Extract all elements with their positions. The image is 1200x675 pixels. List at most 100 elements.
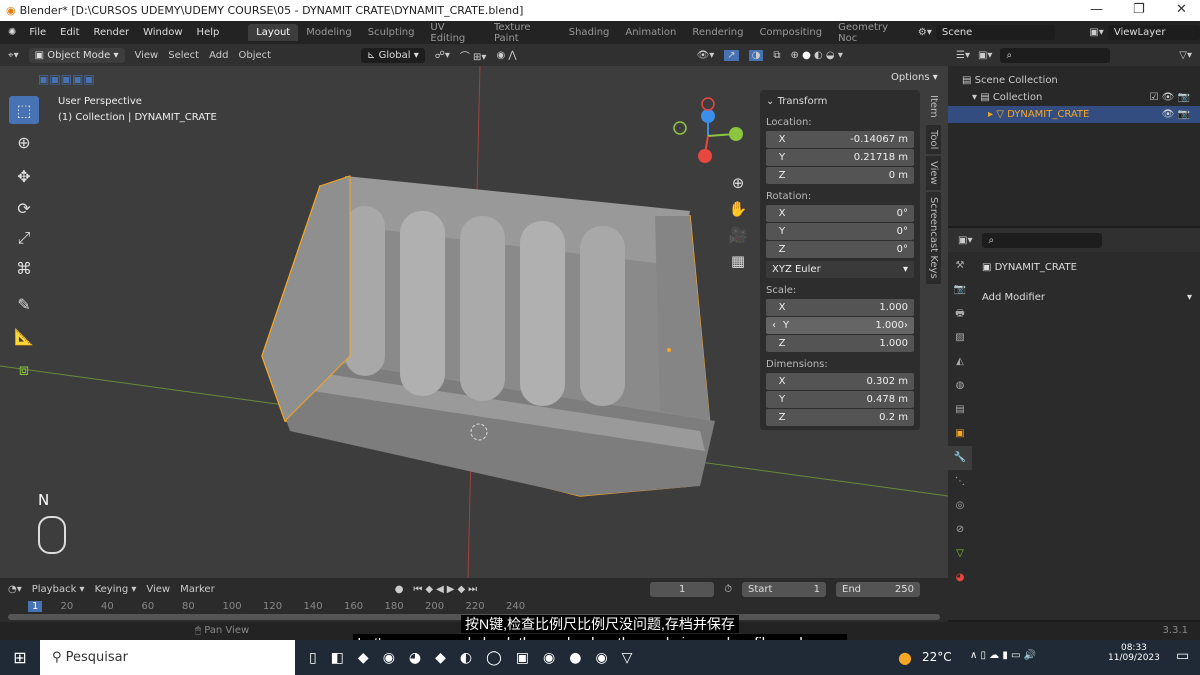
start-frame-field[interactable]: Start 1 (742, 581, 826, 597)
object-tab-icon[interactable]: ▣ (948, 422, 972, 446)
menu-timeline-view[interactable]: View (146, 584, 170, 595)
filter-icon[interactable]: ▽▾ (1179, 50, 1192, 61)
outliner-item-dynamit-crate[interactable]: ▸ ▽ DYNAMIT_CRATE 👁 📷 (948, 106, 1200, 123)
cursor-tool-icon[interactable]: ⊕ (9, 128, 39, 156)
collection-tab-icon[interactable]: ▤ (948, 398, 972, 422)
xray-icon[interactable]: ⧉ (773, 50, 780, 61)
menu-add[interactable]: Add (209, 50, 228, 61)
modifier-tab-icon[interactable]: 🔧 (948, 446, 972, 470)
dimension-x[interactable]: X 0.302 m (766, 373, 914, 390)
close-button[interactable]: ✕ (1176, 2, 1187, 17)
notification-icon[interactable]: ▭ (1176, 648, 1189, 664)
options-button[interactable]: Options ▾ (885, 70, 944, 85)
visibility-icon[interactable]: 👁▾ (697, 50, 715, 61)
measure-tool-icon[interactable]: 📐 (9, 322, 39, 350)
location-z[interactable]: Z0 m (766, 167, 914, 184)
outliner-item-collection[interactable]: ▾ ▤ Collection ☑ 👁 📷 (962, 89, 1200, 106)
select-mode-icons[interactable]: ▣▣▣▣▣ (38, 72, 95, 86)
tab-item[interactable]: Item (926, 90, 941, 123)
transform-header[interactable]: ⌄ Transform (766, 96, 914, 107)
timeline-editor-icon[interactable]: ◔▾ (8, 584, 22, 595)
menu-render[interactable]: Render (87, 27, 137, 38)
camera-icon[interactable]: 🎥 (728, 222, 748, 248)
select-box-tool-icon[interactable]: ⬚ (9, 96, 39, 124)
material-tab-icon[interactable]: ◕ (948, 566, 972, 590)
orientation-selector[interactable]: ⊾ Global ▾ (361, 47, 425, 63)
display-mode-icon[interactable]: ☰▾ (956, 50, 970, 61)
zoom-icon[interactable]: ⊕ (728, 170, 748, 196)
tab-rendering[interactable]: Rendering (684, 24, 751, 41)
blender-menu-icon[interactable]: ✺ (8, 27, 16, 38)
location-x[interactable]: X -0.14067 m (766, 131, 914, 148)
rotate-tool-icon[interactable]: ⟳ (9, 194, 39, 222)
transform-tool-icon[interactable]: ⌘ (9, 254, 39, 282)
outliner-search[interactable]: ⌕ (1000, 47, 1111, 63)
grid-icon[interactable]: ▦ (728, 248, 748, 274)
tab-screencast-keys[interactable]: Screencast Keys (926, 191, 941, 284)
scale-tool-icon[interactable]: ⤢ (9, 224, 39, 252)
scene-icon[interactable]: ⚙▾ (918, 27, 932, 38)
dimension-z[interactable]: Z 0.2 m (766, 409, 914, 426)
frame-ruler[interactable]: 1 20 40 60 80 100 120 140 160 180 200 220 240 (0, 600, 948, 614)
data-tab-icon[interactable]: ▽ (948, 542, 972, 566)
move-tool-icon[interactable]: ✥ (9, 162, 39, 190)
rotation-y[interactable]: Y 0° (766, 223, 914, 240)
outliner-item-scene-collection[interactable]: ▤ Scene Collection (962, 72, 1200, 89)
tab-geometry-nodes[interactable]: Geometry Noc (830, 19, 912, 47)
scene-selector[interactable]: Scene (935, 25, 1056, 40)
taskbar-app-icons[interactable]: ▯◧◆◉◕◆◐◯▣◉●◉▽ (309, 650, 646, 666)
menu-help[interactable]: Help (190, 27, 227, 38)
properties-type-icon[interactable]: ▣▾ (958, 235, 972, 246)
windows-start-icon[interactable]: ⊞ (0, 648, 40, 667)
rotation-mode-select[interactable]: XYZ Euler ▾ (766, 261, 914, 278)
scale-x[interactable]: X 1.000 (766, 299, 914, 316)
render-tab-icon[interactable]: 📷 (948, 278, 972, 302)
tab-uv-editing[interactable]: UV Editing (422, 19, 486, 47)
constraints-tab-icon[interactable]: ⊘ (948, 518, 972, 542)
playback-controls[interactable]: ⏮◆◀▶◆⏭ (413, 584, 480, 595)
shading-modes[interactable]: ⊕ ● ◐ ◒ ▾ (791, 50, 843, 61)
minimize-button[interactable]: — (1090, 2, 1103, 17)
menu-object[interactable]: Object (238, 50, 271, 61)
scale-z[interactable]: Z 1.000 (766, 335, 914, 352)
end-frame-field[interactable]: End 250 (836, 581, 920, 597)
properties-search[interactable]: ⌕ (982, 232, 1103, 248)
view-layer-icon[interactable]: ▣▾ (1089, 27, 1103, 38)
tab-shading[interactable]: Shading (561, 24, 618, 41)
current-frame-field[interactable]: 1 (650, 581, 715, 597)
menu-keying[interactable]: Keying ▾ (95, 584, 137, 595)
menu-marker[interactable]: Marker (180, 584, 215, 595)
menu-view[interactable]: View (135, 50, 159, 61)
world-tab-icon[interactable]: ◍ (948, 374, 972, 398)
snap-icon[interactable]: ⌒ ⊞▾ (460, 48, 487, 63)
tab-view[interactable]: View (926, 156, 941, 190)
menu-file[interactable]: File (22, 27, 53, 38)
rotation-x[interactable]: X 0° (766, 205, 914, 222)
physics-tab-icon[interactable]: ◎ (948, 494, 972, 518)
add-cube-tool-icon[interactable]: ⧈ (9, 356, 39, 384)
view-layer-tab-icon[interactable]: ▨ (948, 326, 972, 350)
rotation-z[interactable]: Z 0° (766, 241, 914, 258)
dimension-y[interactable]: Y 0.478 m (766, 391, 914, 408)
tab-sculpting[interactable]: Sculpting (360, 24, 423, 41)
location-y[interactable]: Y 0.21718 m (766, 149, 914, 166)
tab-tool[interactable]: Tool (926, 124, 941, 155)
particles-tab-icon[interactable]: ⋱ (948, 470, 972, 494)
gizmo-toggle-icon[interactable]: ↗ (724, 49, 739, 61)
tray-icons[interactable]: ∧ ▯ ☁ ▮ ▭ 🔊 (970, 650, 1036, 661)
overlay-toggle-icon[interactable]: ◑ (748, 49, 764, 61)
editor-type-icon[interactable]: ⌖▾ (8, 50, 19, 61)
pivot-icon[interactable]: ☍▾ (435, 50, 450, 61)
scale-y[interactable]: ‹ Y 1.000 › (766, 317, 914, 334)
output-tab-icon[interactable]: 🖶 (948, 302, 972, 326)
scene-tab-icon[interactable]: ◭ (948, 350, 972, 374)
menu-select[interactable]: Select (168, 50, 199, 61)
maximize-button[interactable]: ❐ (1133, 2, 1145, 17)
taskbar-search[interactable]: ⚲ Pesquisar (40, 640, 295, 675)
menu-window[interactable]: Window (136, 27, 189, 38)
annotate-tool-icon[interactable]: ✎ (9, 290, 39, 318)
menu-edit[interactable]: Edit (53, 27, 86, 38)
add-modifier-button[interactable]: Add Modifier ▾ (982, 292, 1192, 303)
mode-selector[interactable]: ▣ Object Mode ▾ (28, 47, 125, 63)
tab-compositing[interactable]: Compositing (751, 24, 830, 41)
